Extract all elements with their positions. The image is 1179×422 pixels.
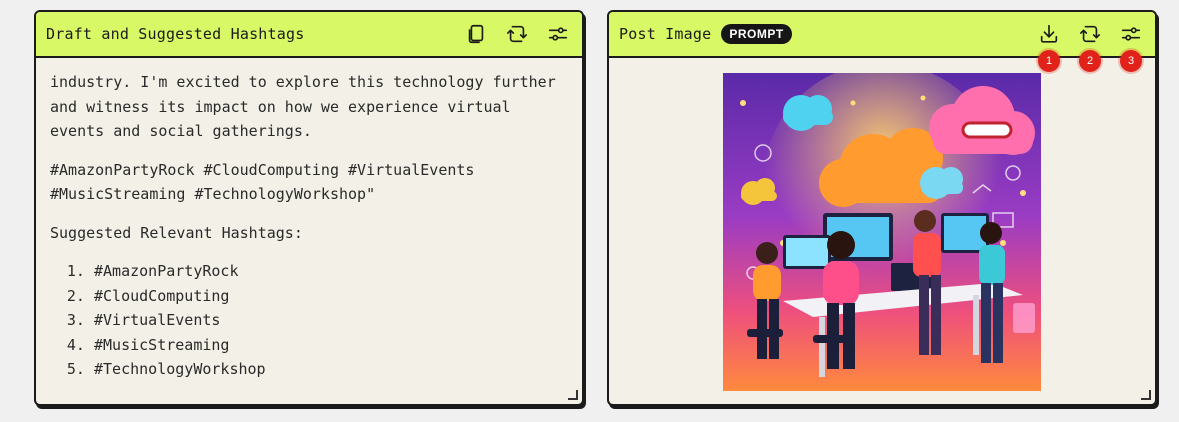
settings-sliders-icon — [548, 27, 568, 41]
refresh-icon — [1080, 25, 1100, 43]
copy-button[interactable] — [464, 22, 488, 46]
draft-content: industry. I'm excited to explore this te… — [36, 58, 582, 382]
panel-header: Draft and Suggested Hashtags — [36, 12, 582, 58]
settings-sliders-icon — [1121, 27, 1141, 41]
download-button[interactable]: 1 — [1037, 22, 1061, 72]
regenerate-button[interactable] — [505, 22, 529, 46]
panel-header: Post Image PROMPT 1 2 3 — [609, 12, 1155, 72]
list-item: #TechnologyWorkshop — [94, 357, 568, 382]
hashtag-list: #AmazonPartyRock #CloudComputing #Virtua… — [50, 259, 568, 382]
panel-title: Draft and Suggested Hashtags — [46, 25, 305, 43]
step-marker: 3 — [1120, 50, 1142, 72]
draft-paragraph: industry. I'm excited to explore this te… — [50, 73, 556, 140]
illustration — [723, 73, 1041, 391]
resize-handle[interactable] — [568, 390, 578, 400]
panel-title: Post Image — [619, 25, 712, 43]
download-icon — [1040, 24, 1058, 43]
list-item: #CloudComputing — [94, 284, 568, 309]
post-image-panel: Post Image PROMPT 1 2 3 — [607, 10, 1157, 406]
suggested-heading: Suggested Relevant Hashtags: — [50, 223, 303, 242]
draft-hashtags: #AmazonPartyRock #CloudComputing #Virtua… — [50, 160, 475, 204]
generated-post-image — [723, 73, 1041, 391]
copy-icon — [468, 24, 484, 44]
prompt-badge[interactable]: PROMPT — [721, 24, 792, 44]
settings-button[interactable]: 3 — [1119, 22, 1143, 72]
regenerate-button[interactable]: 2 — [1078, 22, 1102, 72]
list-item: #MusicStreaming — [94, 333, 568, 358]
list-item: #AmazonPartyRock — [94, 259, 568, 284]
draft-hashtags-panel: Draft and Suggested Hashtags industry. I… — [34, 10, 584, 406]
refresh-icon — [507, 25, 527, 43]
settings-button[interactable] — [546, 22, 570, 46]
list-item: #VirtualEvents — [94, 308, 568, 333]
step-marker: 1 — [1038, 50, 1060, 72]
step-marker: 2 — [1079, 50, 1101, 72]
resize-handle[interactable] — [1141, 390, 1151, 400]
